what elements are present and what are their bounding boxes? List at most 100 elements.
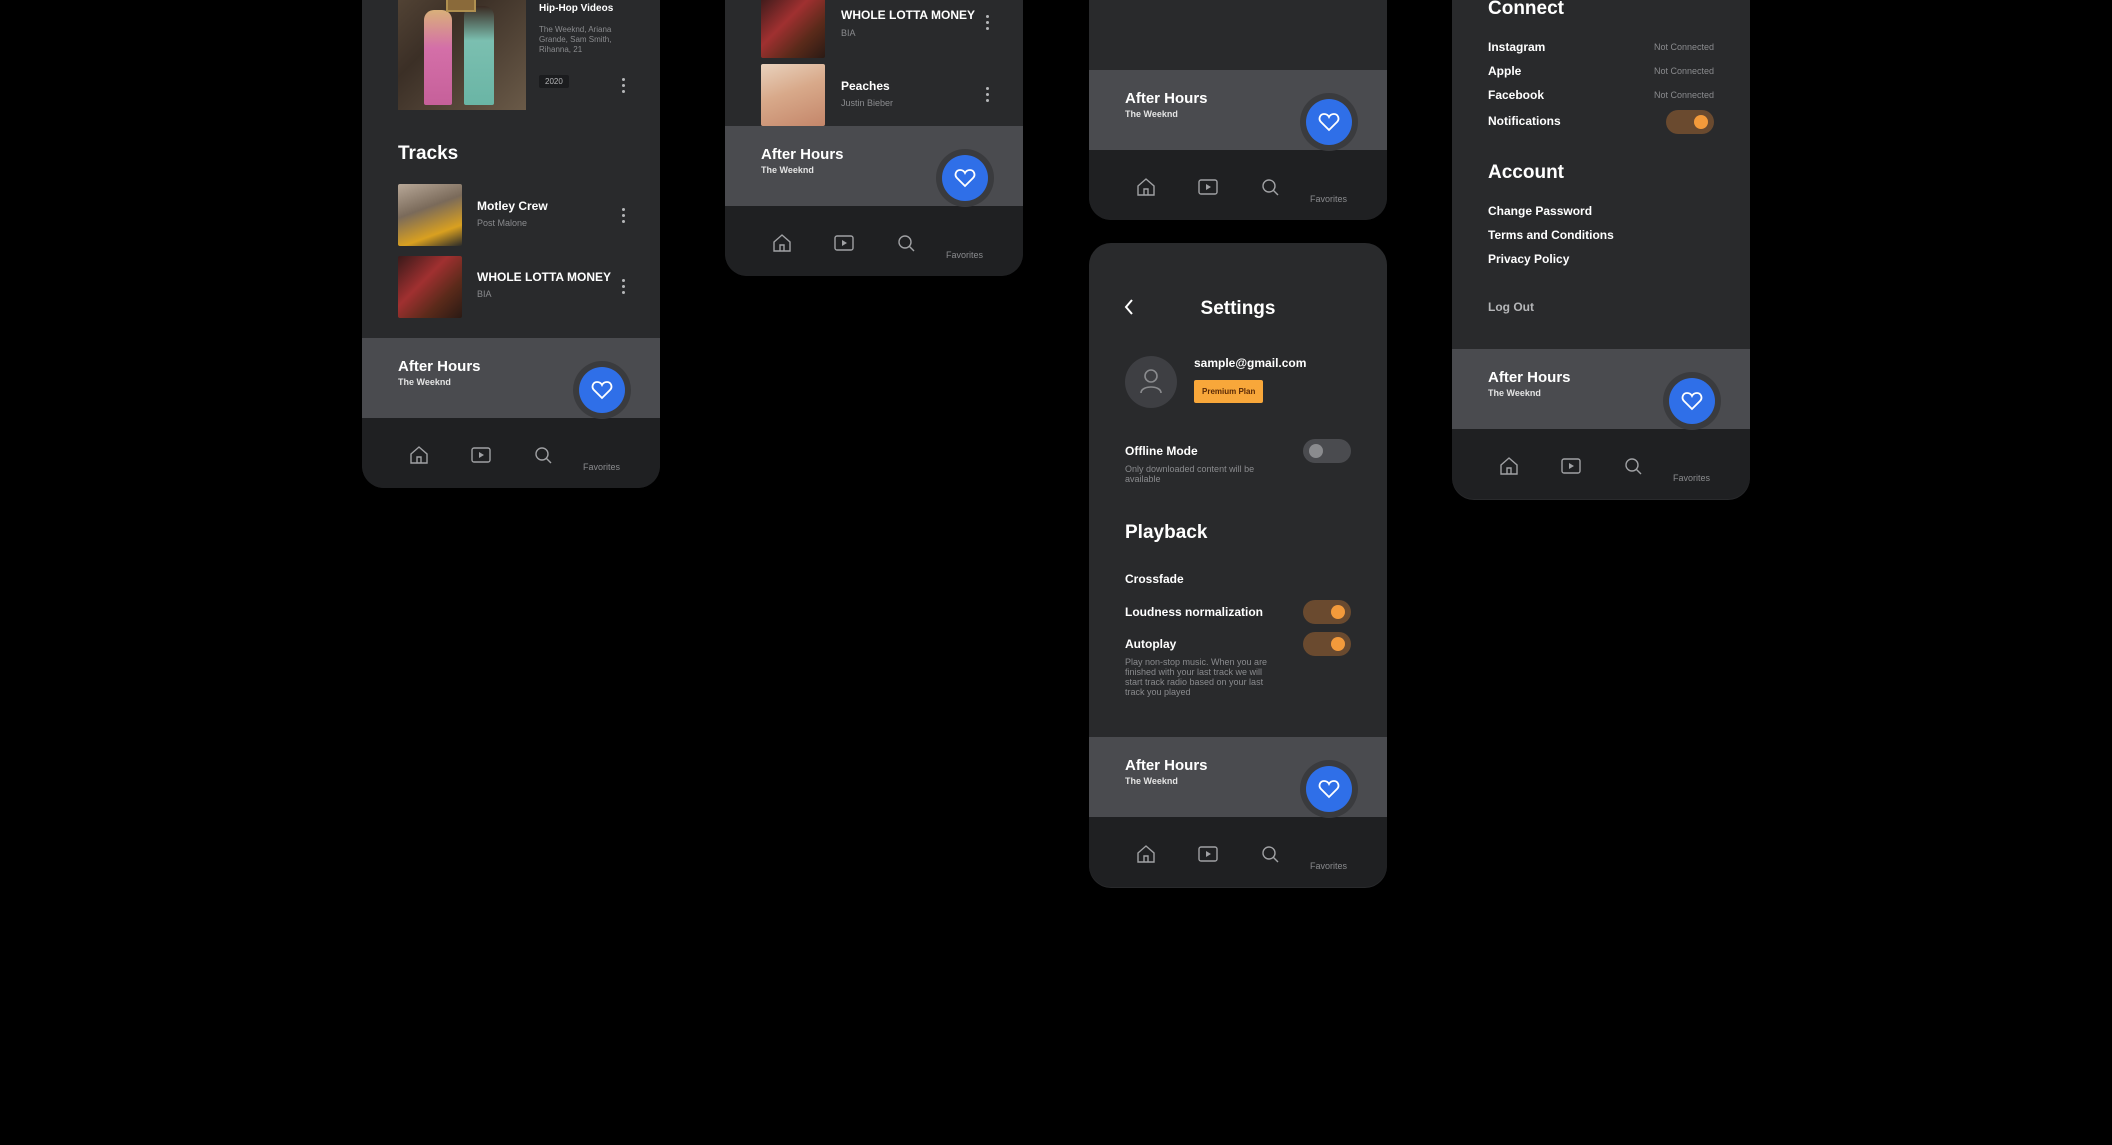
notifications-toggle[interactable] [1666,110,1714,134]
tracks-heading: Tracks [398,143,459,164]
settings-title: Settings [1200,298,1276,319]
search-icon[interactable] [532,444,554,466]
video-figure-right [464,6,494,105]
home-screen-panel: Hip-Hop Videos The Weeknd, Ariana Grande… [362,0,660,488]
bottom-nav [1452,429,1750,499]
track-more-icon[interactable] [986,87,990,105]
now-playing-artist: The Weeknd [1125,109,1178,119]
home-icon[interactable] [1135,843,1157,865]
toggle-knob [1309,444,1323,458]
search-icon[interactable] [895,232,917,254]
search-icon[interactable] [1622,455,1644,477]
track-cover [398,184,462,246]
track-artist: BIA [477,289,492,299]
track-title: Motley Crew [477,199,548,213]
heart-icon [954,169,976,188]
video-figure-left [424,10,452,105]
settings-continued-panel: Connect Instagram Not Connected Apple No… [1452,0,1750,500]
connect-facebook-status: Not Connected [1653,90,1714,100]
home-icon[interactable] [408,444,430,466]
search-icon[interactable] [1259,843,1281,865]
connect-apple-status: Not Connected [1653,66,1714,76]
user-icon [1140,369,1162,394]
avatar[interactable] [1125,356,1177,408]
favorites-button-ring [1300,760,1358,818]
connect-instagram-label[interactable]: Instagram [1488,40,1545,54]
now-playing-artist: The Weeknd [1488,388,1541,398]
video-painting [446,0,476,12]
track-more-icon[interactable] [622,279,626,297]
favorites-label: Favorites [583,462,621,472]
toggle-knob [1331,637,1345,651]
heart-icon [591,381,613,400]
search-icon[interactable] [1259,176,1281,198]
offline-mode-toggle[interactable] [1303,439,1351,463]
track-title: WHOLE LOTTA MONEY [477,270,611,284]
favorites-button[interactable] [1306,766,1352,812]
favorites-label: Favorites [1673,473,1711,483]
favorites-button[interactable] [1306,99,1352,145]
autoplay-toggle[interactable] [1303,632,1351,656]
video-icon[interactable] [1197,176,1219,198]
track-title: Peaches [841,79,890,93]
favorites-button[interactable] [1669,378,1715,424]
favorites-button-ring [936,149,994,207]
favorites-button[interactable] [579,367,625,413]
track-title: WHOLE LOTTA MONEY [841,8,975,22]
track-more-icon[interactable] [622,208,626,226]
account-email: sample@gmail.com [1194,356,1307,370]
privacy-policy-link[interactable]: Privacy Policy [1488,252,1569,266]
connect-instagram-status: Not Connected [1653,42,1714,52]
home-icon[interactable] [771,232,793,254]
now-playing-title: After Hours [761,146,844,163]
connect-apple-label[interactable]: Apple [1488,64,1521,78]
video-title: Hip-Hop Videos [539,3,614,14]
now-playing-artist: The Weeknd [761,165,814,175]
favorites-label: Favorites [946,250,984,260]
heart-icon [1681,392,1703,411]
crossfade-label[interactable]: Crossfade [1125,572,1184,586]
video-more-icon[interactable] [622,78,626,96]
home-icon[interactable] [1498,455,1520,477]
track-cover [398,256,462,318]
video-icon[interactable] [470,444,492,466]
log-out-button[interactable]: Log Out [1488,300,1534,314]
video-icon[interactable] [1197,843,1219,865]
favorites-button[interactable] [942,155,988,201]
offline-mode-description: Only downloaded content will be availabl… [1125,464,1255,484]
heart-icon [1318,113,1340,132]
playlist-screen-panel: WHOLE LOTTA MONEY BIA Peaches Justin Bie… [725,0,1023,276]
toggle-knob [1694,115,1708,129]
terms-and-conditions-link[interactable]: Terms and Conditions [1488,228,1614,242]
partial-screen-panel: After Hours The Weeknd Favorites [1089,0,1387,220]
track-cover [761,64,825,126]
premium-plan-badge[interactable]: Premium Plan [1194,380,1264,403]
change-password-link[interactable]: Change Password [1488,204,1592,218]
video-icon[interactable] [1560,455,1582,477]
favorites-button-ring [1300,93,1358,151]
now-playing-title: After Hours [398,358,481,375]
now-playing-title: After Hours [1125,90,1208,107]
autoplay-label: Autoplay [1125,637,1177,651]
track-artist: Post Malone [477,218,528,228]
connect-heading: Connect [1488,0,1564,19]
bottom-nav [362,418,660,488]
bottom-nav [725,206,1023,276]
playback-heading: Playback [1125,522,1208,543]
video-thumbnail[interactable] [398,0,526,110]
favorites-label: Favorites [1310,861,1348,871]
favorites-button-ring [573,361,631,419]
home-icon[interactable] [1135,176,1157,198]
now-playing-artist: The Weeknd [398,377,451,387]
track-artist: BIA [841,28,856,38]
settings-screen-panel: Settings sample@gmail.com Premium Plan O… [1089,243,1387,888]
bottom-nav [1089,817,1387,887]
account-heading: Account [1488,162,1564,183]
video-icon[interactable] [833,232,855,254]
track-more-icon[interactable] [986,15,990,33]
loudness-normalization-toggle[interactable] [1303,600,1351,624]
now-playing-title: After Hours [1488,369,1571,386]
favorites-button-ring [1663,372,1721,430]
connect-facebook-label[interactable]: Facebook [1488,88,1544,102]
track-artist: Justin Bieber [841,98,894,108]
